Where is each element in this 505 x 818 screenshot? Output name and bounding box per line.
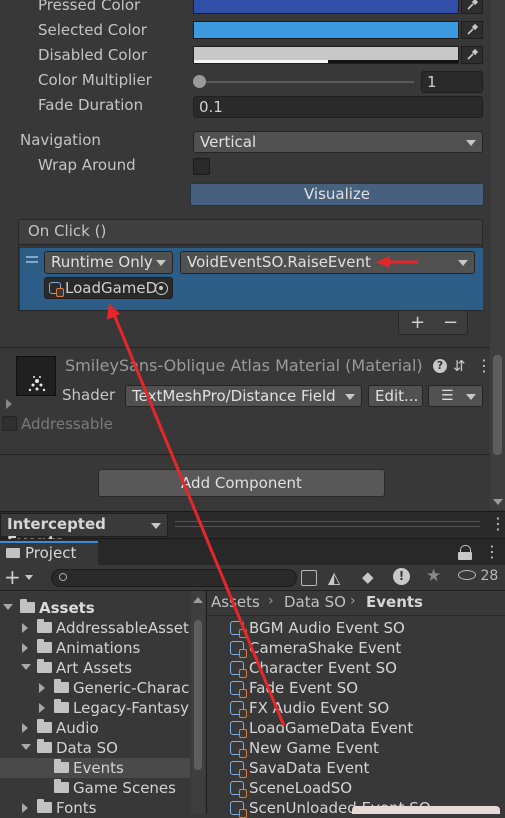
annotation-arrows [107, 256, 418, 727]
annotation-arrow-object [111, 311, 286, 727]
arrowhead-icon [107, 303, 120, 320]
arrowhead-icon [376, 256, 390, 268]
